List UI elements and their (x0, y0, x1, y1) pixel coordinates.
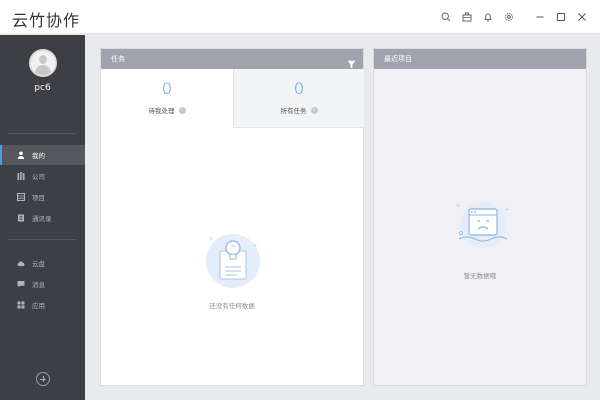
svg-text:+: + (456, 203, 460, 209)
tasks-panel-title: 任务 (111, 55, 125, 63)
tasks-empty-text: 还没有任何数据 (209, 302, 255, 310)
recent-panel-header: 最近项目 (374, 49, 586, 69)
sidebar-item-label: 项目 (32, 194, 45, 202)
company-icon (17, 172, 25, 180)
tab-all-tasks[interactable]: 0 所有任务 i (233, 69, 364, 128)
sidebar-divider (8, 239, 77, 240)
tab-label-text: 所有任务 (280, 107, 307, 115)
search-icon[interactable] (435, 0, 456, 34)
message-icon (17, 280, 25, 288)
empty-state-bulb-icon: + + (203, 231, 263, 295)
sidebar-item-label: 公司 (32, 173, 45, 181)
sidebar-item-label: 消息 (32, 281, 45, 289)
avatar-body (35, 65, 51, 75)
user-icon (17, 151, 25, 159)
add-button[interactable] (36, 372, 50, 386)
recent-panel-title: 最近项目 (384, 55, 412, 63)
empty-state-sad-browser-icon: + + (453, 199, 513, 255)
sidebar-item-label: 云盘 (32, 260, 45, 268)
sidebar-item-apps[interactable]: 应用 (0, 295, 85, 315)
info-icon[interactable]: i (310, 106, 318, 114)
tasks-panel: 任务 0 待我处理 i 0 所有任务 i + + 还没有任何数据 (100, 48, 364, 386)
title-bar: 云竹协作 (0, 0, 600, 34)
tab-label: 待我处理 i (101, 105, 233, 115)
close-icon[interactable] (571, 0, 592, 34)
info-icon[interactable]: i (178, 106, 186, 114)
sidebar-item-label: 应用 (32, 302, 45, 310)
pending-count: 0 (161, 79, 173, 98)
tab-label: 所有任务 i (234, 105, 364, 115)
app-title: 云竹协作 (12, 11, 81, 30)
gear-icon[interactable] (498, 0, 519, 34)
bell-icon[interactable] (477, 0, 498, 34)
sidebar-item-label: 通讯录 (32, 215, 52, 223)
all-tasks-count: 0 (293, 79, 305, 98)
sidebar-divider (8, 133, 77, 134)
sidebar-item-company[interactable]: 公司 (0, 166, 85, 186)
sidebar-item-cloud[interactable]: 云盘 (0, 253, 85, 273)
avatar-head (39, 55, 47, 64)
recent-projects-panel: 最近项目 + + 暂无数据哦 (373, 48, 587, 386)
project-icon (17, 193, 25, 201)
minimize-icon[interactable] (529, 0, 550, 34)
svg-text:+: + (253, 243, 257, 249)
sidebar-item-messages[interactable]: 消息 (0, 274, 85, 294)
title-bar-icons (435, 0, 592, 34)
tasks-panel-header: 任务 (101, 49, 363, 69)
apps-icon (17, 301, 25, 309)
cloud-icon (17, 259, 25, 267)
username: pc6 (34, 83, 51, 93)
tab-label-text: 待我处理 (148, 107, 175, 115)
sidebar-item-contacts[interactable]: 通讯录 (0, 208, 85, 228)
contacts-icon (17, 214, 25, 222)
maximize-icon[interactable] (550, 0, 571, 34)
briefcase-icon[interactable] (456, 0, 477, 34)
svg-text:+: + (209, 236, 213, 242)
recent-empty-text: 暂无数据哦 (463, 272, 497, 280)
avatar[interactable] (29, 49, 57, 77)
sidebar-item-projects[interactable]: 项目 (0, 187, 85, 207)
sidebar-item-mine[interactable]: 我的 (0, 145, 85, 165)
sidebar: pc6 我的 公司 项目 通讯录 云盘 消息 应用 (0, 35, 85, 400)
tab-pending[interactable]: 0 待我处理 i (101, 69, 233, 128)
svg-text:+: + (505, 207, 509, 213)
sidebar-item-label: 我的 (32, 152, 45, 160)
